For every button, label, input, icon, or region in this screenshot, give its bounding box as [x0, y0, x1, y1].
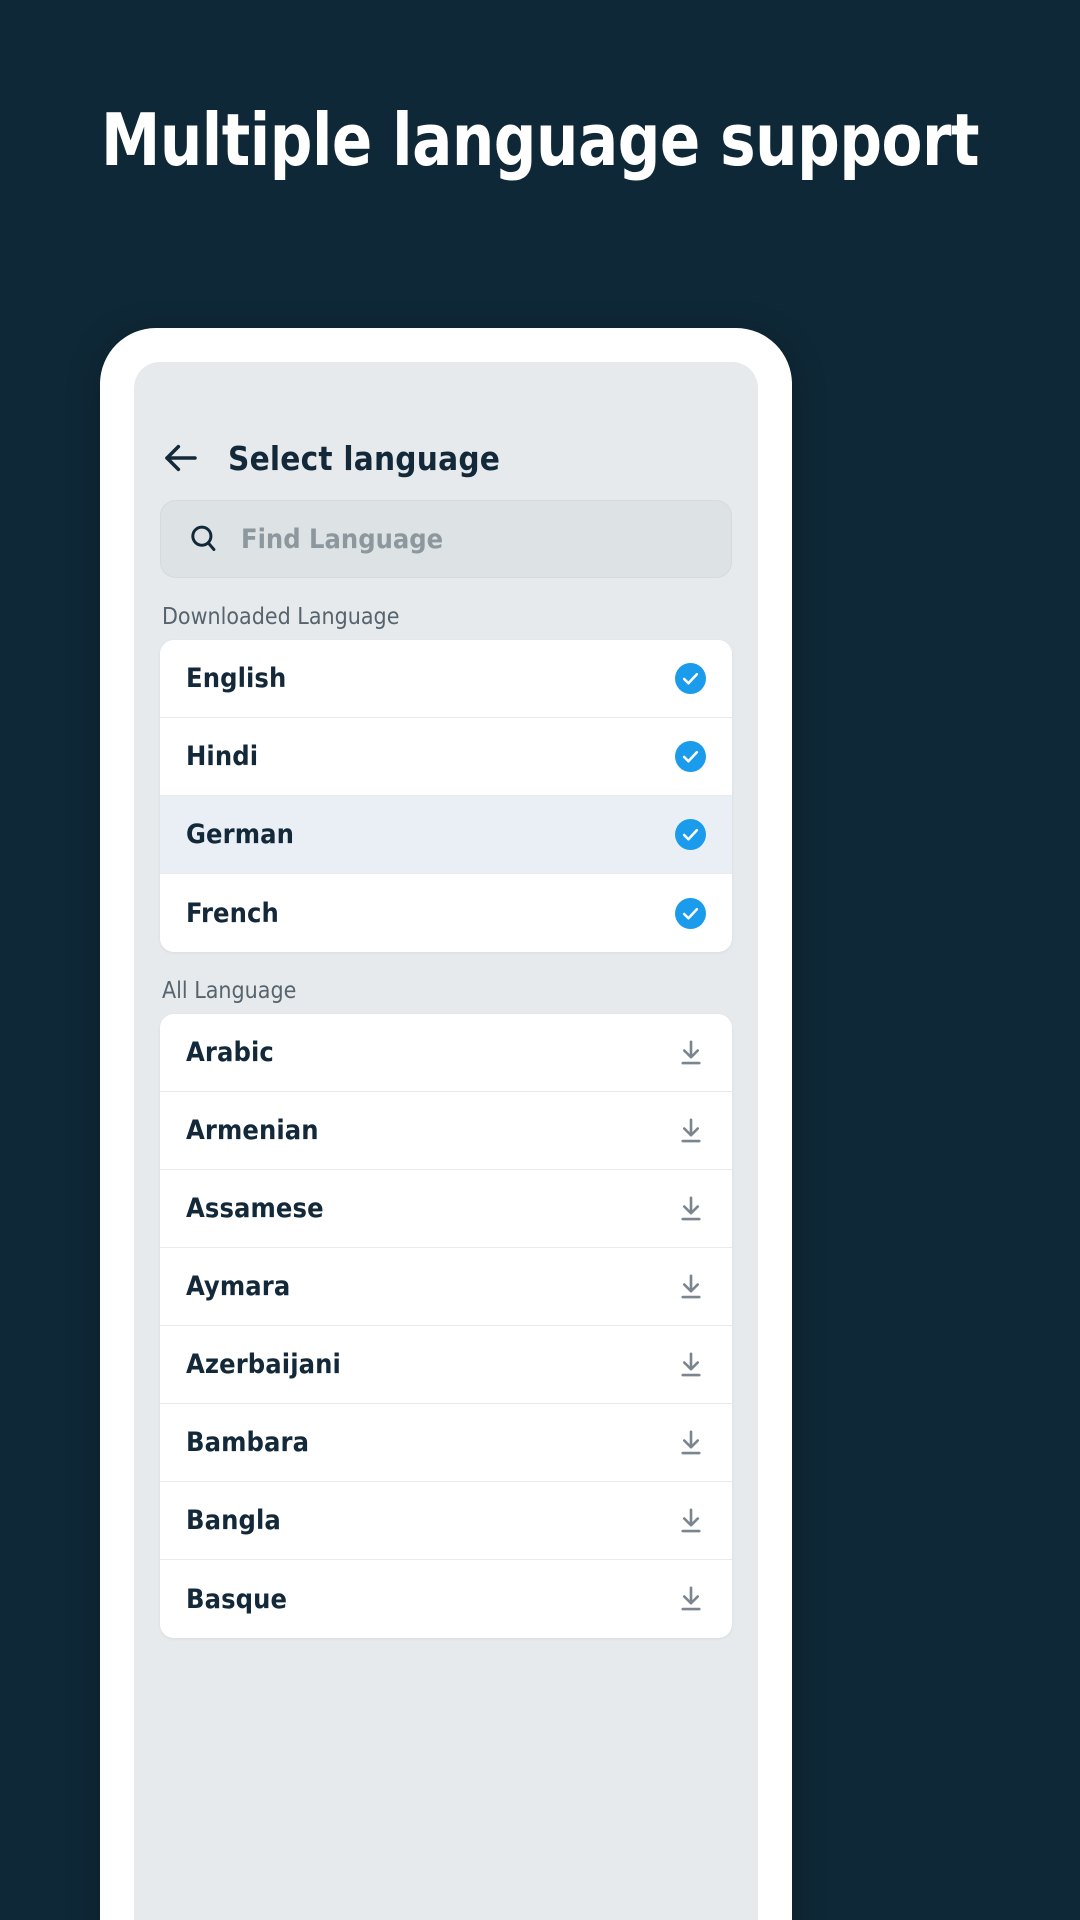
section-label-all: All Language [162, 978, 297, 1004]
check-circle-icon [675, 663, 706, 694]
download-icon[interactable] [676, 1428, 706, 1458]
language-row[interactable]: French [160, 874, 732, 952]
phone-frame: Select language Find Language Downloaded… [100, 328, 792, 1920]
language-row-label: Assamese [186, 1193, 324, 1224]
language-row-label: Basque [186, 1583, 288, 1615]
language-row-label: Aymara [186, 1271, 291, 1302]
page-title: Multiple language support [100, 98, 980, 182]
language-row[interactable]: English [160, 640, 732, 718]
language-row[interactable]: Hindi [160, 718, 732, 796]
download-icon[interactable] [676, 1584, 706, 1614]
language-row[interactable]: Aymara [160, 1248, 732, 1326]
language-row-label: German [186, 819, 294, 850]
phone-screen: Select language Find Language Downloaded… [134, 362, 758, 1920]
all-language-list: Arabic Armenian Assamese Aymara Azerbaijani B… [160, 1014, 732, 1638]
language-row-label: Azerbaijani [186, 1349, 341, 1380]
app-bar: Select language [134, 362, 758, 494]
language-row[interactable]: Bangla [160, 1482, 732, 1560]
check-circle-icon [675, 897, 706, 929]
language-row[interactable]: Basque [160, 1560, 732, 1638]
language-row[interactable]: German [160, 796, 732, 874]
language-row[interactable]: Arabic [160, 1014, 732, 1092]
language-row[interactable]: Armenian [160, 1092, 732, 1170]
language-row-label: Arabic [186, 1037, 274, 1068]
language-row-label: Bambara [186, 1427, 310, 1458]
app-bar-title: Select language [228, 438, 501, 478]
language-row-label: English [186, 663, 287, 694]
download-icon[interactable] [676, 1272, 706, 1302]
check-circle-icon [675, 819, 706, 850]
download-icon[interactable] [676, 1506, 706, 1536]
language-row-label: Bangla [186, 1505, 281, 1536]
language-row-label: Armenian [186, 1115, 319, 1146]
search-placeholder: Find Language [241, 523, 444, 555]
download-icon[interactable] [676, 1038, 706, 1068]
download-icon[interactable] [676, 1194, 706, 1224]
search-input[interactable]: Find Language [160, 500, 732, 578]
downloaded-language-list: English Hindi German French [160, 640, 732, 952]
check-circle-icon [675, 741, 706, 772]
all-section: All Language Arabic Armenian Assamese Aymar… [134, 978, 758, 1638]
search-icon [187, 522, 221, 556]
arrow-left-icon[interactable] [160, 437, 202, 479]
language-row[interactable]: Bambara [160, 1404, 732, 1482]
language-row[interactable]: Assamese [160, 1170, 732, 1248]
language-row[interactable]: Azerbaijani [160, 1326, 732, 1404]
language-row-label: Hindi [186, 741, 259, 772]
section-label-downloaded: Downloaded Language [162, 604, 400, 630]
downloaded-section: Downloaded Language English Hindi German Fr… [134, 604, 758, 952]
language-row-label: French [186, 897, 279, 929]
download-icon[interactable] [676, 1350, 706, 1380]
download-icon[interactable] [676, 1116, 706, 1146]
